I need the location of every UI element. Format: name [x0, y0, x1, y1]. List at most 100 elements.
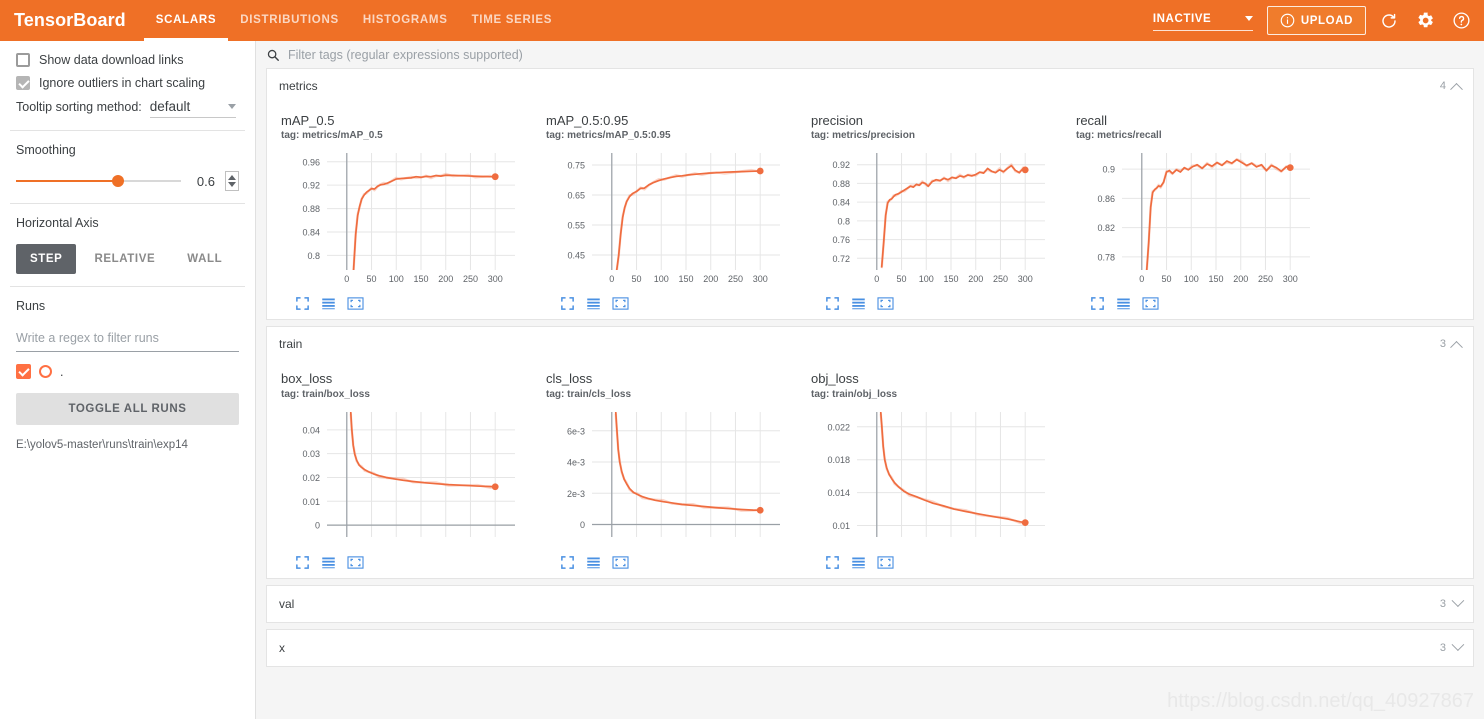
section-train-header[interactable]: train 3 [267, 327, 1473, 361]
smoothing-slider-knob[interactable] [112, 175, 125, 187]
show-download-links-checkbox[interactable] [16, 53, 30, 67]
chart-tag: tag: metrics/recall [1076, 130, 1162, 142]
tooltip-sorting-value: default [149, 99, 191, 114]
data-table-icon[interactable] [851, 296, 866, 311]
show-download-links-row[interactable]: Show data download links [16, 53, 239, 67]
axis-option-step[interactable]: STEP [16, 244, 77, 274]
run-state-label: INACTIVE [1152, 12, 1212, 25]
tab-scalars[interactable]: SCALARS [144, 0, 229, 41]
svg-text:0: 0 [344, 274, 349, 284]
chevron-up-icon[interactable] [1450, 82, 1463, 96]
help-icon[interactable] [1448, 8, 1474, 34]
tag-filter-bar [256, 41, 1484, 68]
chart-plot[interactable]: 0 2e-3 4e-3 6e-3 [546, 406, 786, 551]
chevron-down-icon[interactable] [1451, 594, 1465, 608]
run-checkbox[interactable] [16, 364, 31, 379]
tooltip-sorting-row: Tooltip sorting method: default [16, 99, 239, 118]
section-val-meta: 3 [1440, 594, 1465, 610]
tab-time-series[interactable]: TIME SERIES [460, 0, 565, 41]
tab-histograms[interactable]: HISTOGRAMS [351, 0, 460, 41]
svg-text:0.88: 0.88 [832, 179, 850, 189]
stepper-down-icon[interactable] [228, 182, 236, 187]
axis-option-wall[interactable]: WALL [173, 244, 236, 274]
svg-text:0.02: 0.02 [302, 472, 320, 482]
top-app-bar: TensorBoard SCALARS DISTRIBUTIONS HISTOG… [0, 0, 1484, 41]
section-metrics-meta: 4 [1440, 80, 1463, 96]
smoothing-label: Smoothing [16, 143, 76, 157]
refresh-icon[interactable] [1376, 8, 1402, 34]
data-table-icon[interactable] [321, 296, 336, 311]
chart-plot[interactable]: 0.72 0.76 0.8 0.84 0.88 0.92 0 50 100 150 200 250 30… [811, 147, 1051, 292]
tab-distributions[interactable]: DISTRIBUTIONS [228, 0, 351, 41]
ignore-outliers-checkbox[interactable] [16, 76, 30, 90]
section-x-header[interactable]: x 3 [267, 630, 1473, 666]
chart-plot[interactable]: 0.8 0.84 0.88 0.92 0.96 0 50 100 150 200 250 300 [281, 147, 521, 292]
fullscreen-icon[interactable] [347, 555, 364, 570]
chart-toolbar [546, 555, 797, 570]
chart-box-loss: box_loss tag: train/box_loss 0 0.01 0.02 0.… [267, 365, 532, 569]
data-table-icon[interactable] [851, 555, 866, 570]
fullscreen-icon[interactable] [1142, 296, 1159, 311]
chevron-up-icon[interactable] [1450, 340, 1463, 354]
svg-text:50: 50 [367, 274, 377, 284]
run-label: . [60, 364, 64, 379]
tooltip-sorting-dropdown[interactable]: default [149, 99, 236, 118]
svg-text:0.018: 0.018 [827, 455, 850, 465]
stepper-up-icon[interactable] [228, 175, 236, 180]
top-bar-actions: INACTIVE UPLOAD [1152, 6, 1484, 35]
chart-plot[interactable]: 0.01 0.014 0.018 0.022 [811, 406, 1051, 551]
axis-option-relative[interactable]: RELATIVE [80, 244, 169, 274]
ignore-outliers-row[interactable]: Ignore outliers in chart scaling [16, 76, 239, 90]
fit-domain-icon[interactable] [1090, 296, 1105, 311]
section-metrics-header[interactable]: metrics 4 [267, 69, 1473, 103]
section-val-header[interactable]: val 3 [267, 586, 1473, 622]
fit-domain-icon[interactable] [295, 555, 310, 570]
run-item[interactable]: . [16, 364, 239, 379]
svg-text:150: 150 [413, 274, 428, 284]
upload-label: UPLOAD [1300, 14, 1353, 27]
svg-text:100: 100 [389, 274, 404, 284]
metrics-charts: mAP_0.5 tag: metrics/mAP_0.5 0.8 0.84 0.88… [267, 103, 1473, 319]
smoothing-stepper[interactable] [225, 171, 239, 191]
toggle-all-runs-button[interactable]: TOGGLE ALL RUNS [16, 393, 239, 425]
tag-filter-input[interactable] [288, 47, 1474, 62]
data-table-icon[interactable] [1116, 296, 1131, 311]
chart-cls-loss: cls_loss tag: train/cls_loss 0 2e-3 4e-3 6e… [532, 365, 797, 569]
svg-text:0.75: 0.75 [567, 161, 585, 171]
run-state-dropdown[interactable]: INACTIVE [1152, 11, 1253, 31]
runs-filter-input[interactable] [16, 327, 239, 352]
fullscreen-icon[interactable] [612, 296, 629, 311]
chart-plot[interactable]: 0 0.01 0.02 0.03 0.04 [281, 406, 521, 551]
chart-plot[interactable]: 0.45 0.55 0.65 0.75 0 50 100 150 200 250 300 [546, 147, 786, 292]
fullscreen-icon[interactable] [877, 555, 894, 570]
section-x-count: 3 [1439, 641, 1446, 654]
fit-domain-icon[interactable] [295, 296, 310, 311]
svg-text:0.84: 0.84 [302, 228, 320, 238]
svg-text:0.01: 0.01 [302, 496, 320, 506]
chart-plot[interactable]: 0.78 0.82 0.86 0.9 0 50 100 150 200 250 300 [1076, 147, 1316, 292]
upload-button[interactable]: UPLOAD [1266, 6, 1366, 35]
horizontal-axis-options: STEP RELATIVE WALL [16, 244, 239, 274]
fullscreen-icon[interactable] [347, 296, 364, 311]
smoothing-slider[interactable] [16, 175, 181, 187]
svg-text:0.82: 0.82 [1097, 223, 1115, 233]
fullscreen-icon[interactable] [612, 555, 629, 570]
data-table-icon[interactable] [586, 555, 601, 570]
fit-domain-icon[interactable] [560, 296, 575, 311]
svg-text:150: 150 [678, 274, 693, 284]
smoothing-row: 0.6 [16, 171, 239, 191]
svg-text:0.8: 0.8 [837, 217, 850, 227]
svg-text:0.04: 0.04 [302, 425, 320, 435]
gear-icon[interactable] [1412, 8, 1438, 34]
svg-text:250: 250 [1258, 274, 1273, 284]
svg-text:0: 0 [315, 520, 320, 530]
fit-domain-icon[interactable] [560, 555, 575, 570]
chevron-down-icon[interactable] [1451, 638, 1465, 652]
fit-domain-icon[interactable] [825, 555, 840, 570]
fit-domain-icon[interactable] [825, 296, 840, 311]
fullscreen-icon[interactable] [877, 296, 894, 311]
section-train-count: 3 [1439, 338, 1446, 351]
data-table-icon[interactable] [586, 296, 601, 311]
show-download-links-label: Show data download links [39, 53, 184, 67]
data-table-icon[interactable] [321, 555, 336, 570]
